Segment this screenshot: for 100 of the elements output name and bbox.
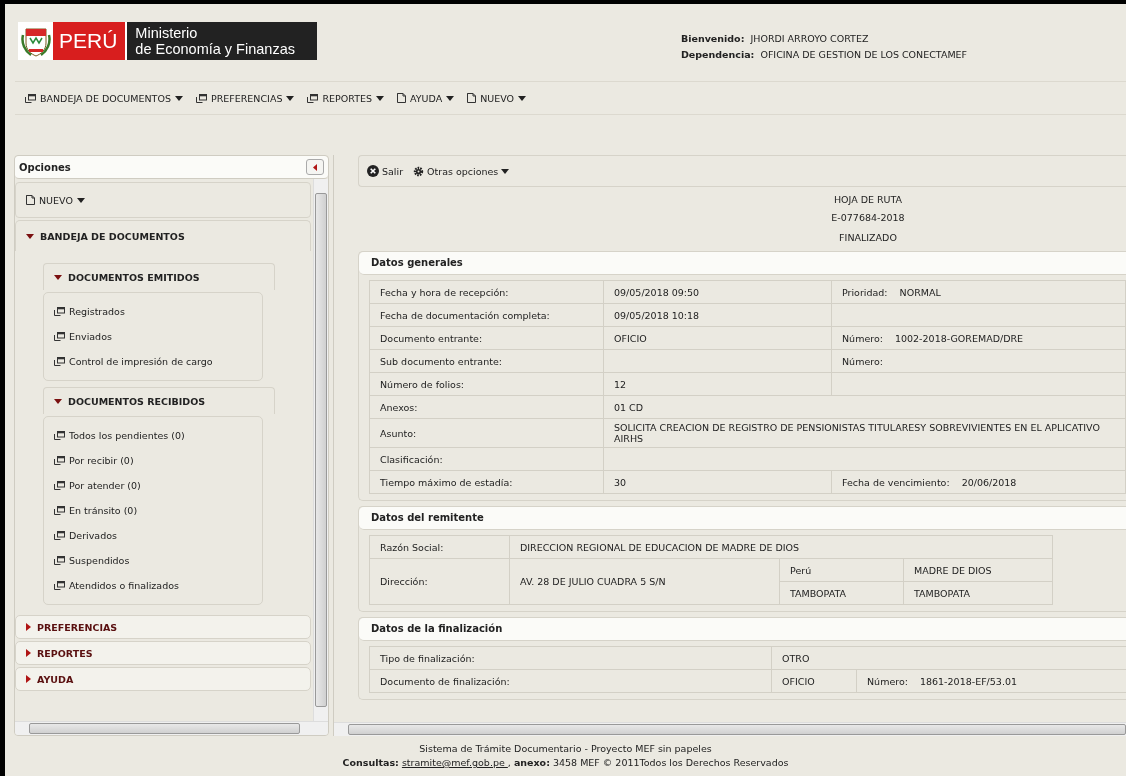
sidebar-link[interactable]: Enviados: [54, 324, 262, 349]
footer-text: Sistema de Trámite Documentario - Proyecto MEF sin papeles: [418, 742, 713, 756]
table-cell: Fecha y hora de recepción:: [369, 280, 604, 304]
brand-text: PERÚ: [59, 29, 118, 53]
sidebar-link[interactable]: En tránsito (0): [54, 498, 262, 523]
vertical-scrollbar[interactable]: [313, 179, 328, 721]
field-label: Número:: [867, 675, 908, 687]
collapse-button[interactable]: [306, 159, 324, 175]
document-status: FINALIZADO: [838, 231, 898, 245]
windows-icon: [54, 481, 65, 490]
table-cell: Perú: [779, 558, 904, 582]
accordion-header[interactable]: AYUDA: [15, 667, 311, 691]
table-cell: TAMBOPATA: [779, 581, 904, 605]
sidebar-link[interactable]: Por recibir (0): [54, 448, 262, 473]
table-cell: Sub documento entrante:: [369, 349, 604, 373]
table-cell: OTRO: [771, 646, 1126, 670]
accordion-header[interactable]: BANDEJA DE DOCUMENTOS: [15, 220, 311, 251]
table-cell: SOLICITA CREACION DE REGISTRO DE PENSIONISTAS TITULARESY SOBREVIVIENTES EN EL APLICATIVO AIRHS: [603, 418, 1126, 448]
info-value: OFICINA DE GESTION DE LOS CONECTAMEF: [760, 48, 968, 62]
sidebar-link[interactable]: Atendidos o finalizados: [54, 573, 262, 598]
table-cell: 09/05/2018 10:18: [603, 303, 832, 327]
section-header: Datos del remitente: [359, 507, 1126, 530]
table-cell: Dirección:: [369, 558, 510, 605]
menu-item[interactable]: PREFERENCIAS: [195, 92, 295, 104]
field-label: Fecha de vencimiento:: [842, 476, 950, 488]
gear-icon: [413, 165, 425, 177]
caret-icon: [446, 95, 455, 101]
menu-item[interactable]: AYUDA: [397, 92, 455, 104]
windows-icon: [54, 431, 65, 440]
accordion-header[interactable]: DOCUMENTOS RECIBIDOS: [43, 387, 275, 414]
info-label: Dependencia:: [680, 48, 755, 62]
coat-of-arms-icon: [21, 25, 51, 57]
table-cell: 30: [603, 470, 832, 494]
footer-text: Consultas: stramite@mef.gob.pe , anexo: 3458 MEF © 2011Todos los Derechos Reservados: [341, 756, 790, 770]
table-cell: OFICIO: [771, 669, 857, 693]
table-cell: Documento entrante:: [369, 326, 604, 350]
section-header: Datos de la finalización: [359, 618, 1126, 641]
table-cell: Número de folios:: [369, 372, 604, 396]
field-label: Número:: [842, 355, 883, 367]
ministry-name: Ministerio: [135, 25, 199, 41]
field-label: Número:: [842, 332, 883, 344]
panel-title: Opciones: [19, 161, 71, 173]
accordion-header[interactable]: PREFERENCIAS: [15, 615, 311, 639]
page-icon: [26, 195, 35, 205]
table-cell: Razón Social:: [369, 535, 510, 559]
table-cell: 01 CD: [603, 395, 1126, 419]
table-cell: 12: [603, 372, 832, 396]
menu-item[interactable]: NUEVO: [26, 194, 85, 206]
field-value: 20/06/2018: [961, 476, 1017, 488]
windows-icon: [25, 93, 36, 103]
menu-item[interactable]: BANDEJA DE DOCUMENTOS: [25, 92, 183, 104]
caret-icon: [518, 95, 527, 101]
caret-icon: [76, 197, 85, 203]
windows-icon: [54, 357, 65, 366]
email-link[interactable]: stramite@mef.gob.pe: [401, 757, 508, 768]
sidebar-link[interactable]: Todos los pendientes (0): [54, 423, 262, 448]
sidebar-link[interactable]: Suspendidos: [54, 548, 262, 573]
section-header: Datos generales: [359, 252, 1126, 275]
windows-icon: [54, 556, 65, 565]
accordion-header[interactable]: REPORTES: [15, 641, 311, 665]
document-type: HOJA DE RUTA: [832, 193, 904, 207]
table-cell: OFICIO: [603, 326, 832, 350]
accordion-header[interactable]: DOCUMENTOS EMITIDOS: [43, 263, 275, 290]
info-label: Bienvenido:: [680, 32, 745, 46]
table-cell: Clasificación:: [369, 447, 604, 471]
sidebar-link[interactable]: Por atender (0): [54, 473, 262, 498]
table-cell: Asunto:: [369, 418, 604, 448]
table-cell: 09/05/2018 09:50: [603, 280, 832, 304]
ministry-name: de Economía y Finanzas: [135, 41, 295, 57]
windows-icon: [54, 506, 65, 515]
document-code: E-077684-2018: [830, 211, 906, 225]
horizontal-scrollbar[interactable]: [15, 721, 328, 735]
caret-icon: [174, 95, 183, 101]
close-icon: [367, 165, 379, 177]
field-value: 1861-2018-EF/53.01: [919, 675, 1017, 687]
windows-icon: [307, 93, 319, 103]
windows-icon: [54, 307, 65, 316]
table-cell: TAMBOPATA: [903, 581, 1053, 605]
table-cell: Tiempo máximo de estadía:: [369, 470, 604, 494]
windows-icon: [54, 531, 65, 540]
sidebar-link[interactable]: Derivados: [54, 523, 262, 548]
info-value: JHORDI ARROYO CORTEZ: [750, 32, 869, 46]
table-cell: Fecha de documentación completa:: [369, 303, 604, 327]
sidebar-link[interactable]: Registrados: [54, 299, 262, 324]
windows-icon: [54, 332, 65, 341]
table-cell: AV. 28 DE JULIO CUADRA 5 S/N: [509, 558, 780, 605]
menu-item[interactable]: REPORTES: [307, 92, 384, 104]
table-cell: DIRECCION REGIONAL DE EDUCACION DE MADRE DE DIOS: [509, 535, 1053, 559]
field-label: Prioridad:: [842, 286, 888, 298]
field-value: 1002-2018-GOREMAD/DRE: [894, 332, 1024, 344]
table-cell: MADRE DE DIOS: [903, 558, 1053, 582]
windows-icon: [54, 581, 65, 590]
menu-item[interactable]: NUEVO: [467, 92, 527, 104]
sidebar-link[interactable]: Control de impresión de cargo: [54, 349, 262, 374]
caret-icon: [313, 163, 317, 171]
page-icon: [467, 93, 477, 103]
field-value: NORMAL: [899, 286, 941, 298]
toolbar-button[interactable]: Otras opciones: [413, 165, 510, 177]
toolbar-button[interactable]: Salir: [367, 165, 404, 177]
horizontal-scrollbar[interactable]: [334, 722, 1126, 736]
